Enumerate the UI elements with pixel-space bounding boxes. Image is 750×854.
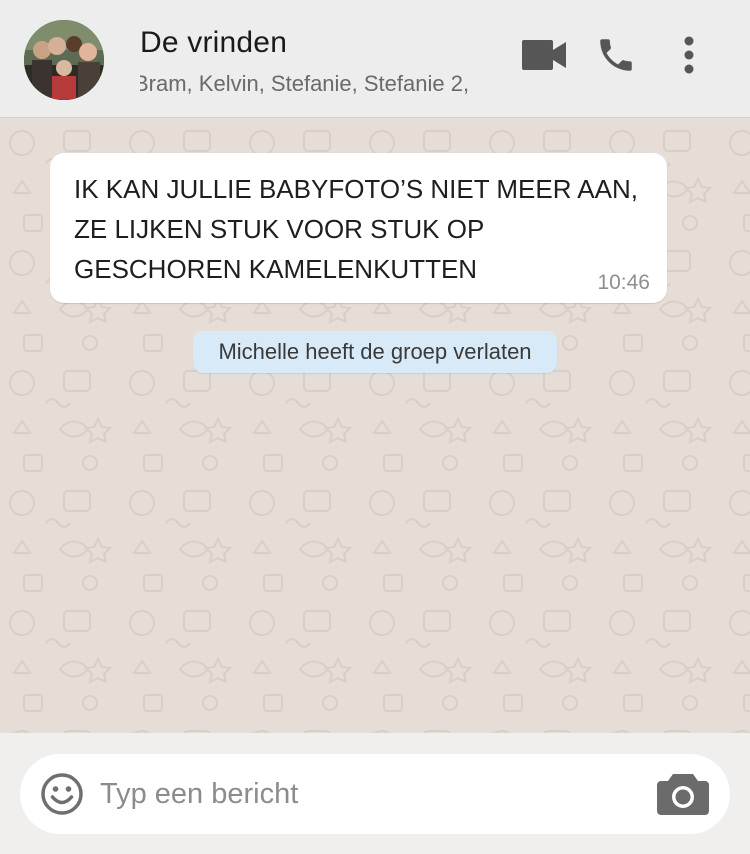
camera-button[interactable]: [656, 768, 710, 818]
chat-title[interactable]: De vrinden: [140, 26, 287, 60]
message-text: IK KAN JULLIE BABYFOTO’S NIET MEER AAN, …: [74, 174, 638, 284]
message-time: 10:46: [597, 271, 650, 294]
emoji-icon: [41, 773, 83, 815]
group-members-text: Bram, Kelvin, Stefanie, Stefanie 2,: [140, 71, 470, 96]
video-call-button[interactable]: [519, 30, 569, 80]
system-notice: Michelle heeft de groep verlaten: [193, 331, 557, 373]
more-options-button[interactable]: [664, 30, 714, 80]
phone-icon: [600, 39, 632, 71]
group-members[interactable]: Bram, Kelvin, Stefanie, Stefanie 2,: [140, 71, 488, 97]
voice-call-button[interactable]: [591, 30, 641, 80]
group-avatar[interactable]: [24, 20, 104, 100]
message-input-container: [20, 754, 730, 834]
group-photo-icon: [24, 20, 104, 100]
more-options-icon: [684, 36, 694, 74]
chat-area[interactable]: IK KAN JULLIE BABYFOTO’S NIET MEER AAN, …: [0, 119, 750, 733]
message-input[interactable]: [100, 772, 640, 816]
composer-bar: [0, 733, 750, 854]
emoji-button[interactable]: [39, 771, 85, 817]
message-bubble[interactable]: IK KAN JULLIE BABYFOTO’S NIET MEER AAN, …: [50, 153, 667, 303]
chat-header: De vrinden Bram, Kelvin, Stefanie, Stefa…: [0, 0, 750, 118]
video-call-icon: [522, 40, 566, 70]
camera-icon: [657, 774, 709, 815]
